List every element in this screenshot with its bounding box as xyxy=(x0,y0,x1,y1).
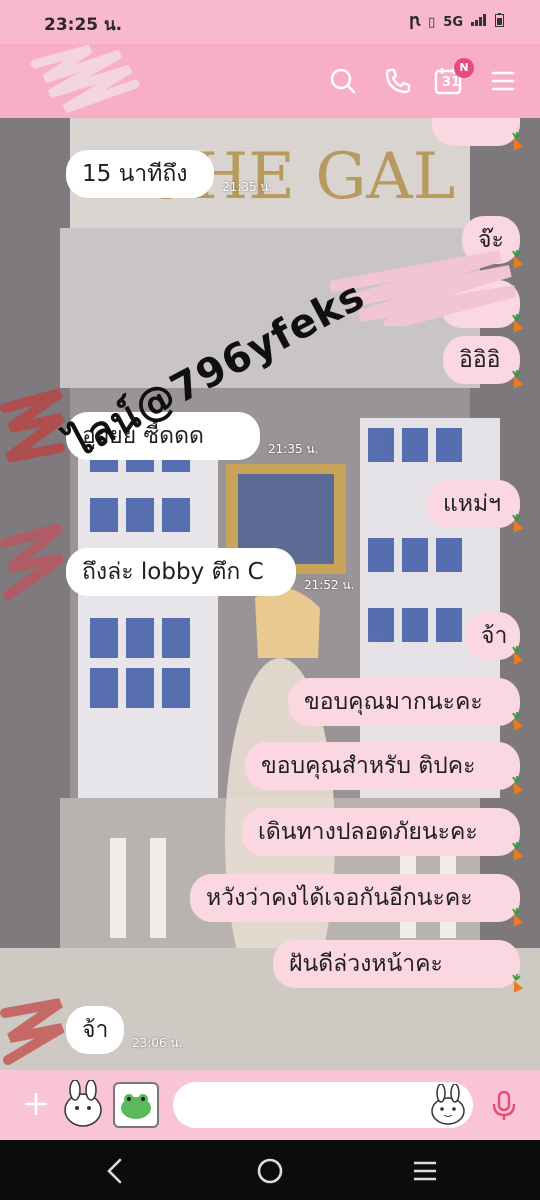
carrot-icon xyxy=(508,369,524,389)
carrot-icon xyxy=(508,711,524,731)
microphone-icon[interactable] xyxy=(490,1090,518,1122)
message-bubble[interactable]: 15 นาทีถึง xyxy=(66,150,214,198)
carrot-icon xyxy=(508,907,524,927)
phone-icon[interactable] xyxy=(381,64,415,98)
message-bubble[interactable]: หวังว่าคงได้เจอกันอีกนะคะ xyxy=(190,874,520,922)
message-meta: 21:52 น. xyxy=(304,578,354,593)
home-icon[interactable] xyxy=(253,1154,287,1188)
redaction-scribble xyxy=(30,44,140,114)
carrot-icon xyxy=(508,513,524,533)
message-bubble[interactable]: ขอบคุณสำหรับ ติปคะ xyxy=(245,742,520,790)
notification-badge: N xyxy=(454,58,474,78)
menu-icon[interactable] xyxy=(486,64,520,98)
chat-header: 31 N xyxy=(0,44,540,118)
recents-icon[interactable] xyxy=(408,1154,442,1188)
status-icons: Ꞃ ▯ 5G xyxy=(409,13,504,31)
message-bubble[interactable]: ขอบคุณมากนะคะ xyxy=(288,678,520,726)
message-meta: 21:35 น. xyxy=(268,442,318,457)
carrot-icon xyxy=(508,775,524,795)
battery-icon xyxy=(495,13,504,31)
calendar-icon[interactable]: 31 N xyxy=(432,58,474,98)
image-icon[interactable] xyxy=(113,1082,159,1128)
calendar-day: 31 xyxy=(442,75,461,90)
message-bubble[interactable]: เดินทางปลอดภัยนะคะ xyxy=(242,808,520,856)
input-bar xyxy=(0,1070,540,1140)
message-time: 23:06 น. xyxy=(132,1036,183,1050)
message-meta: 23:06 น. xyxy=(132,1036,182,1051)
carrot-icon xyxy=(508,645,524,665)
status-bar: 23:25 น. Ꞃ ▯ 5G xyxy=(0,0,540,44)
nfc-icon: Ꞃ xyxy=(409,14,421,30)
carrot-icon xyxy=(508,131,524,151)
message-time: 21:52 น. xyxy=(304,578,355,592)
message-bubble[interactable] xyxy=(432,118,520,146)
message-bubble[interactable]: แหม่ฯ xyxy=(427,480,520,528)
chat-area[interactable]: OHE GAL 21:23 น.15 นาทีถึง21:35 น.จ๊ะอ่า… xyxy=(0,118,540,1070)
carrot-icon xyxy=(508,841,524,861)
redaction-scribble xyxy=(0,388,65,463)
carrot-icon xyxy=(508,973,524,993)
message-meta: 21:35 น. xyxy=(222,180,272,195)
vibrate-icon: ▯ xyxy=(428,14,436,30)
emoji-icon[interactable] xyxy=(428,1083,468,1126)
system-nav-bar xyxy=(0,1140,540,1200)
message-time: 21:35 น. xyxy=(222,180,273,194)
network-label: 5G xyxy=(443,14,463,30)
message-time: 21:35 น. xyxy=(268,442,319,456)
redaction-scribble xyxy=(0,998,65,1065)
signal-icon xyxy=(471,14,487,30)
status-time: 23:25 น. xyxy=(44,15,123,35)
sticker-icon[interactable] xyxy=(60,1079,106,1130)
back-icon[interactable] xyxy=(98,1154,132,1188)
search-icon[interactable] xyxy=(326,64,360,98)
redaction-scribble xyxy=(0,523,65,600)
plus-icon[interactable] xyxy=(22,1090,50,1118)
message-bubble[interactable]: ถึงล่ะ lobby ตึก C xyxy=(66,548,296,596)
message-bubble[interactable]: จ้า xyxy=(66,1006,124,1054)
message-bubble[interactable]: ฝันดีล่วงหน้าคะ xyxy=(273,940,520,988)
